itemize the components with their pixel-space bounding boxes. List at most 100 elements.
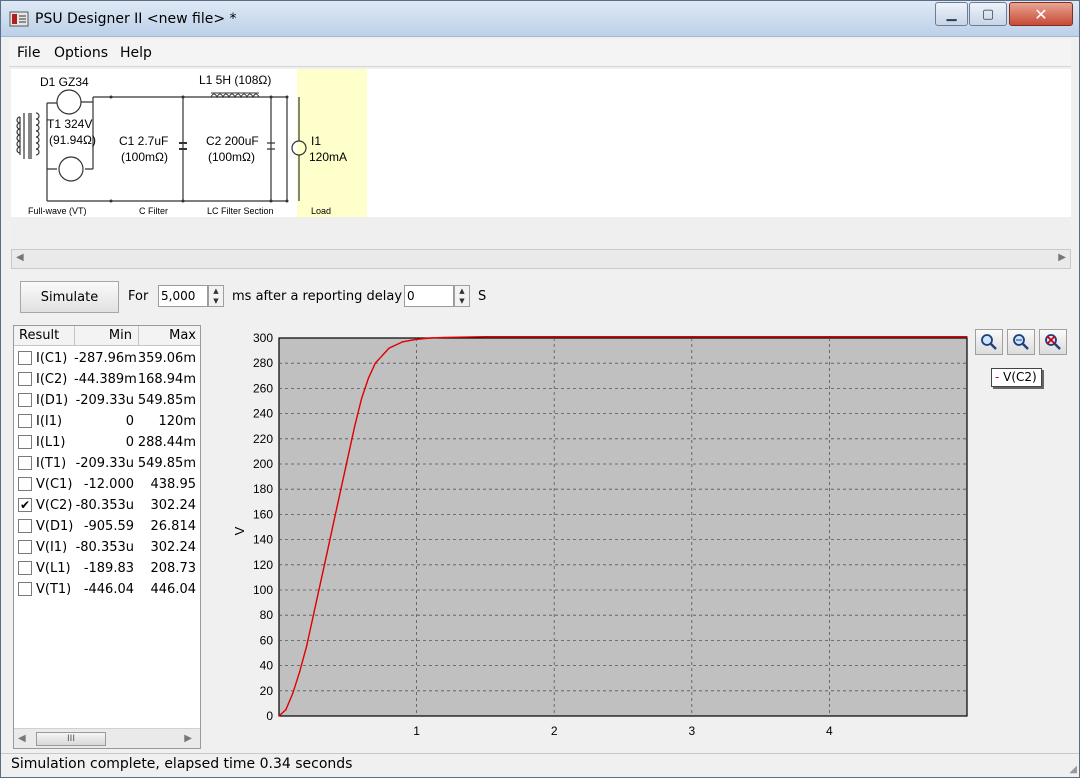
result-min: 0 bbox=[125, 435, 134, 450]
schematic-panel[interactable]: D1 GZ34 T1 324V (91.94Ω) C1 2.7uF (100mΩ… bbox=[11, 69, 1071, 217]
zoom-reset-button[interactable] bbox=[1039, 329, 1067, 355]
section-label-c-filter: C Filter bbox=[139, 206, 168, 216]
result-min: -44.389m bbox=[74, 372, 137, 387]
series-point bbox=[340, 488, 342, 490]
result-checkbox[interactable] bbox=[18, 519, 32, 533]
scroll-left-icon[interactable]: ◀ bbox=[18, 733, 26, 744]
t1-label-voltage: T1 324V bbox=[47, 117, 92, 131]
result-min: -189.83 bbox=[83, 561, 134, 576]
series-point bbox=[443, 336, 445, 338]
close-icon: ✕ bbox=[1034, 4, 1048, 24]
result-row[interactable]: I(D1) -209.33u 549.85m bbox=[14, 390, 200, 411]
zoom-fit-button[interactable] bbox=[1007, 329, 1035, 355]
result-row[interactable]: V(I1) -80.353u 302.24 bbox=[14, 537, 200, 558]
result-checkbox[interactable] bbox=[18, 414, 32, 428]
result-checkbox[interactable] bbox=[18, 435, 32, 449]
voltage-chart[interactable]: 0 20 40 60 80 100 120 140 160 180 200 220 240 260 280 3… bbox=[206, 325, 976, 749]
zoom-in-button[interactable] bbox=[975, 329, 1003, 355]
header-max[interactable]: Max bbox=[138, 328, 196, 346]
result-row[interactable]: I(C2) -44.389m 168.94m bbox=[14, 369, 200, 390]
y-tick-label: 200 bbox=[253, 457, 273, 471]
result-name: I(C1) bbox=[36, 351, 68, 366]
menu-bar: File Options Help bbox=[9, 39, 1071, 67]
header-result[interactable]: Result bbox=[19, 328, 59, 346]
scroll-right-icon[interactable]: ▶ bbox=[1058, 252, 1066, 263]
y-axis-label: V bbox=[232, 526, 247, 535]
x-tick-label: 4 bbox=[826, 724, 833, 738]
duration-stepper[interactable]: ▲ ▼ bbox=[208, 285, 224, 307]
scroll-right-icon[interactable]: ▶ bbox=[184, 733, 192, 744]
y-tick-label: 180 bbox=[253, 482, 273, 496]
series-point bbox=[416, 338, 418, 340]
result-row[interactable]: I(C1) -287.96m 359.06m bbox=[14, 348, 200, 369]
y-tick-label: 60 bbox=[260, 633, 274, 647]
result-row[interactable]: V(T1) -446.04 446.04 bbox=[14, 579, 200, 600]
simulation-controls: Simulate For ▲▼ ms after a reporting del… bbox=[11, 273, 1071, 321]
result-name: I(D1) bbox=[36, 393, 69, 408]
result-min: -287.96m bbox=[74, 351, 137, 366]
delay-stepper[interactable]: ▲ ▼ bbox=[454, 285, 470, 307]
series-point bbox=[326, 551, 328, 553]
result-row[interactable]: ✔ V(C2) -80.353u 302.24 bbox=[14, 495, 200, 516]
i1-label-name: I1 bbox=[311, 134, 321, 148]
x-tick-label: 2 bbox=[551, 724, 558, 738]
series-point bbox=[278, 715, 280, 717]
header-min[interactable]: Min bbox=[74, 328, 134, 346]
result-checkbox[interactable] bbox=[18, 456, 32, 470]
menu-file[interactable]: File bbox=[17, 45, 40, 61]
result-row[interactable]: I(I1) 0 120m bbox=[14, 411, 200, 432]
series-point bbox=[429, 337, 431, 339]
result-checkbox[interactable] bbox=[18, 582, 32, 596]
results-horizontal-scrollbar[interactable]: ◀ III ▶ bbox=[14, 728, 200, 748]
result-checkbox[interactable] bbox=[18, 351, 32, 365]
menu-options[interactable]: Options bbox=[54, 45, 108, 61]
maximize-icon: ▢ bbox=[981, 6, 995, 22]
status-text: Simulation complete, elapsed time 0.34 s… bbox=[11, 756, 353, 772]
maximize-button[interactable]: ▢ bbox=[969, 2, 1007, 26]
series-point bbox=[319, 583, 321, 585]
result-row[interactable]: V(C1) -12.000 438.95 bbox=[14, 474, 200, 495]
title-bar[interactable]: PSU Designer II <new file> * ▁ ▢ ✕ bbox=[1, 1, 1079, 37]
series-point bbox=[305, 646, 308, 648]
result-checkbox[interactable] bbox=[18, 477, 32, 491]
scroll-left-icon[interactable]: ◀ bbox=[16, 252, 24, 263]
c1-label-value: C1 2.7uF bbox=[119, 134, 168, 148]
result-row[interactable]: V(D1) -905.59 26.814 bbox=[14, 516, 200, 537]
simulate-button[interactable]: Simulate bbox=[20, 281, 119, 313]
x-tick-label: 3 bbox=[688, 724, 695, 738]
result-name: I(C2) bbox=[36, 372, 68, 387]
result-min: -80.353u bbox=[75, 498, 134, 513]
result-checkbox[interactable] bbox=[18, 561, 32, 575]
zoom-reset-icon bbox=[1045, 334, 1061, 350]
series-point bbox=[292, 692, 294, 694]
result-row[interactable]: V(L1) -189.83 208.73 bbox=[14, 558, 200, 579]
result-checkbox[interactable] bbox=[18, 393, 32, 407]
result-row[interactable]: I(L1) 0 288.44m bbox=[14, 432, 200, 453]
d1-label: D1 GZ34 bbox=[40, 75, 89, 89]
result-checkbox[interactable] bbox=[18, 540, 32, 554]
y-tick-label: 80 bbox=[260, 608, 274, 622]
y-tick-label: 240 bbox=[253, 407, 273, 421]
delay-input[interactable] bbox=[404, 285, 454, 307]
result-checkbox[interactable] bbox=[18, 372, 32, 386]
duration-input[interactable] bbox=[158, 285, 208, 307]
y-tick-label: 100 bbox=[253, 583, 273, 597]
schematic-empty-area bbox=[11, 217, 1071, 249]
scroll-thumb[interactable]: III bbox=[36, 732, 106, 746]
result-min: -209.33u bbox=[75, 393, 134, 408]
close-button[interactable]: ✕ bbox=[1009, 2, 1073, 26]
result-name: V(C1) bbox=[36, 477, 73, 492]
result-row[interactable]: I(T1) -209.33u 549.85m bbox=[14, 453, 200, 474]
result-max: 302.24 bbox=[150, 540, 197, 555]
minimize-button[interactable]: ▁ bbox=[935, 2, 968, 26]
result-min: -446.04 bbox=[83, 582, 134, 597]
results-list[interactable]: Result Min Max I(C1) -287.96m 359.06m I(C2)… bbox=[13, 325, 201, 749]
result-checkbox[interactable]: ✔ bbox=[18, 498, 32, 512]
result-max: 208.73 bbox=[150, 561, 197, 576]
menu-help[interactable]: Help bbox=[120, 45, 152, 61]
section-label-fullwave: Full-wave (VT) bbox=[28, 206, 87, 216]
y-tick-label: 280 bbox=[253, 356, 273, 370]
resize-grip-icon[interactable]: ◢ bbox=[1069, 764, 1077, 775]
legend-marker: - bbox=[995, 370, 1004, 384]
schematic-horizontal-scrollbar[interactable]: ◀ ▶ bbox=[11, 249, 1071, 269]
